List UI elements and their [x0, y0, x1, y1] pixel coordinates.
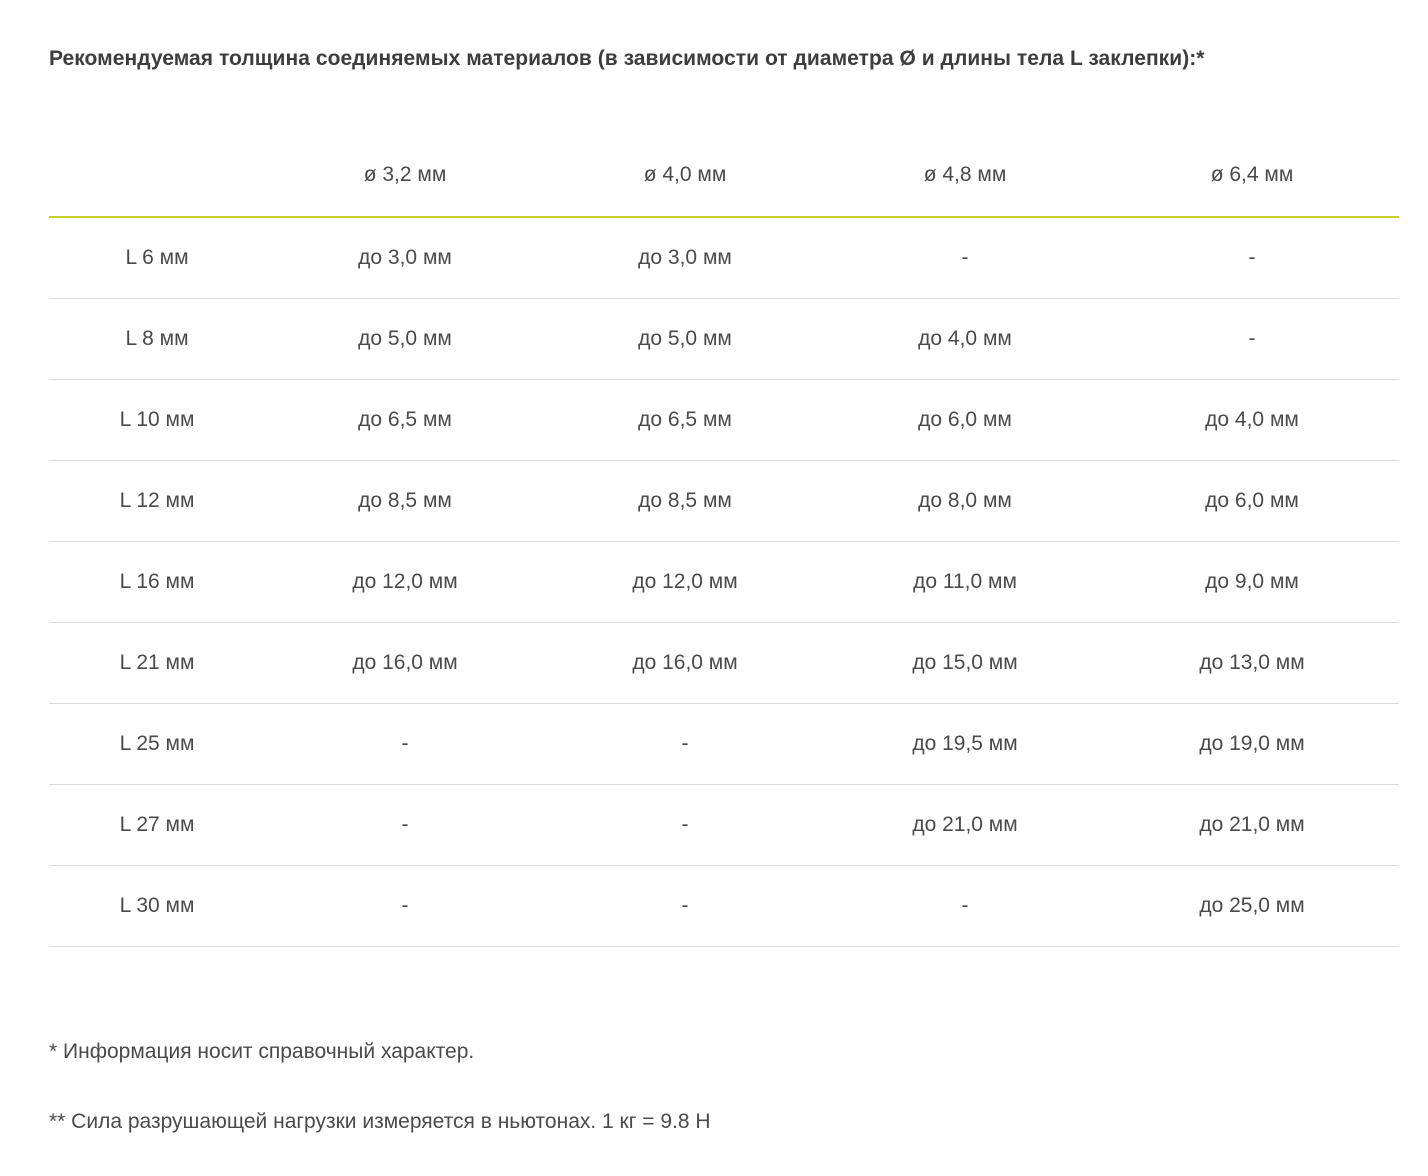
table-cell: - [825, 865, 1105, 947]
table-header-row: ø 3,2 мм ø 4,0 мм ø 4,8 мм ø 6,4 мм [49, 134, 1399, 218]
table-row: L 10 мм до 6,5 мм до 6,5 мм до 6,0 мм до… [49, 379, 1399, 461]
table-cell: до 16,0 мм [265, 622, 545, 704]
table-cell: - [825, 217, 1105, 299]
table-cell: - [265, 865, 545, 947]
table-cell: до 21,0 мм [1105, 784, 1399, 866]
table-cell: до 11,0 мм [825, 541, 1105, 623]
header-cell-d64: ø 6,4 мм [1105, 134, 1399, 218]
table-row: L 25 мм - - до 19,5 мм до 19,0 мм [49, 703, 1399, 785]
row-label-cell: L 10 мм [49, 379, 265, 461]
table-cell: до 8,5 мм [545, 460, 825, 542]
table-cell: до 6,5 мм [545, 379, 825, 461]
table-cell: - [1105, 298, 1399, 380]
table-cell: - [265, 784, 545, 866]
header-cell-d40: ø 4,0 мм [545, 134, 825, 218]
table-cell: до 9,0 мм [1105, 541, 1399, 623]
table-cell: до 15,0 мм [825, 622, 1105, 704]
table-cell: до 6,0 мм [1105, 460, 1399, 542]
table-cell: - [545, 703, 825, 785]
footnote-reference: * Информация носит справочный характер. [49, 1040, 475, 1063]
table-cell: до 4,0 мм [825, 298, 1105, 380]
table-cell: до 5,0 мм [545, 298, 825, 380]
header-cell-d48: ø 4,8 мм [825, 134, 1105, 218]
table-cell: до 6,0 мм [825, 379, 1105, 461]
table-row: L 8 мм до 5,0 мм до 5,0 мм до 4,0 мм - [49, 298, 1399, 380]
table-row: L 12 мм до 8,5 мм до 8,5 мм до 8,0 мм до… [49, 460, 1399, 542]
row-label-cell: L 21 мм [49, 622, 265, 704]
table-cell: до 4,0 мм [1105, 379, 1399, 461]
table-cell: до 5,0 мм [265, 298, 545, 380]
row-label-cell: L 30 мм [49, 865, 265, 947]
table-cell: до 12,0 мм [265, 541, 545, 623]
table-cell: до 19,5 мм [825, 703, 1105, 785]
footnotes: * Информация носит справочный характер. … [49, 1040, 1349, 1134]
table-row: L 6 мм до 3,0 мм до 3,0 мм - - [49, 217, 1399, 299]
table-row: L 16 мм до 12,0 мм до 12,0 мм до 11,0 мм… [49, 541, 1399, 623]
table-row: L 27 мм - - до 21,0 мм до 21,0 мм [49, 784, 1399, 866]
table-cell: до 8,5 мм [265, 460, 545, 542]
table-cell: до 25,0 мм [1105, 865, 1399, 947]
table-cell: - [1105, 217, 1399, 299]
table-row: L 30 мм - - - до 25,0 мм [49, 865, 1399, 947]
table-cell: до 19,0 мм [1105, 703, 1399, 785]
row-label-cell: L 27 мм [49, 784, 265, 866]
row-label-cell: L 16 мм [49, 541, 265, 623]
table-cell: до 3,0 мм [265, 217, 545, 299]
table-cell: до 13,0 мм [1105, 622, 1399, 704]
table-cell: - [545, 784, 825, 866]
row-label-cell: L 12 мм [49, 460, 265, 542]
table-cell: до 16,0 мм [545, 622, 825, 704]
header-cell-d32: ø 3,2 мм [265, 134, 545, 218]
table-cell: - [265, 703, 545, 785]
rivet-thickness-table: ø 3,2 мм ø 4,0 мм ø 4,8 мм ø 6,4 мм L 6 … [49, 134, 1399, 947]
table-cell: - [545, 865, 825, 947]
row-label-cell: L 8 мм [49, 298, 265, 380]
table-heading: Рекомендуемая толщина соединяемых матери… [49, 47, 1205, 70]
table-cell: до 3,0 мм [545, 217, 825, 299]
table-cell: до 6,5 мм [265, 379, 545, 461]
row-label-cell: L 6 мм [49, 217, 265, 299]
footnote-force-units: ** Сила разрушающей нагрузки измеряется … [49, 1110, 711, 1133]
table-cell: до 12,0 мм [545, 541, 825, 623]
table-row: L 21 мм до 16,0 мм до 16,0 мм до 15,0 мм… [49, 622, 1399, 704]
row-label-cell: L 25 мм [49, 703, 265, 785]
header-cell-empty [49, 134, 265, 218]
table-cell: до 8,0 мм [825, 460, 1105, 542]
table-cell: до 21,0 мм [825, 784, 1105, 866]
